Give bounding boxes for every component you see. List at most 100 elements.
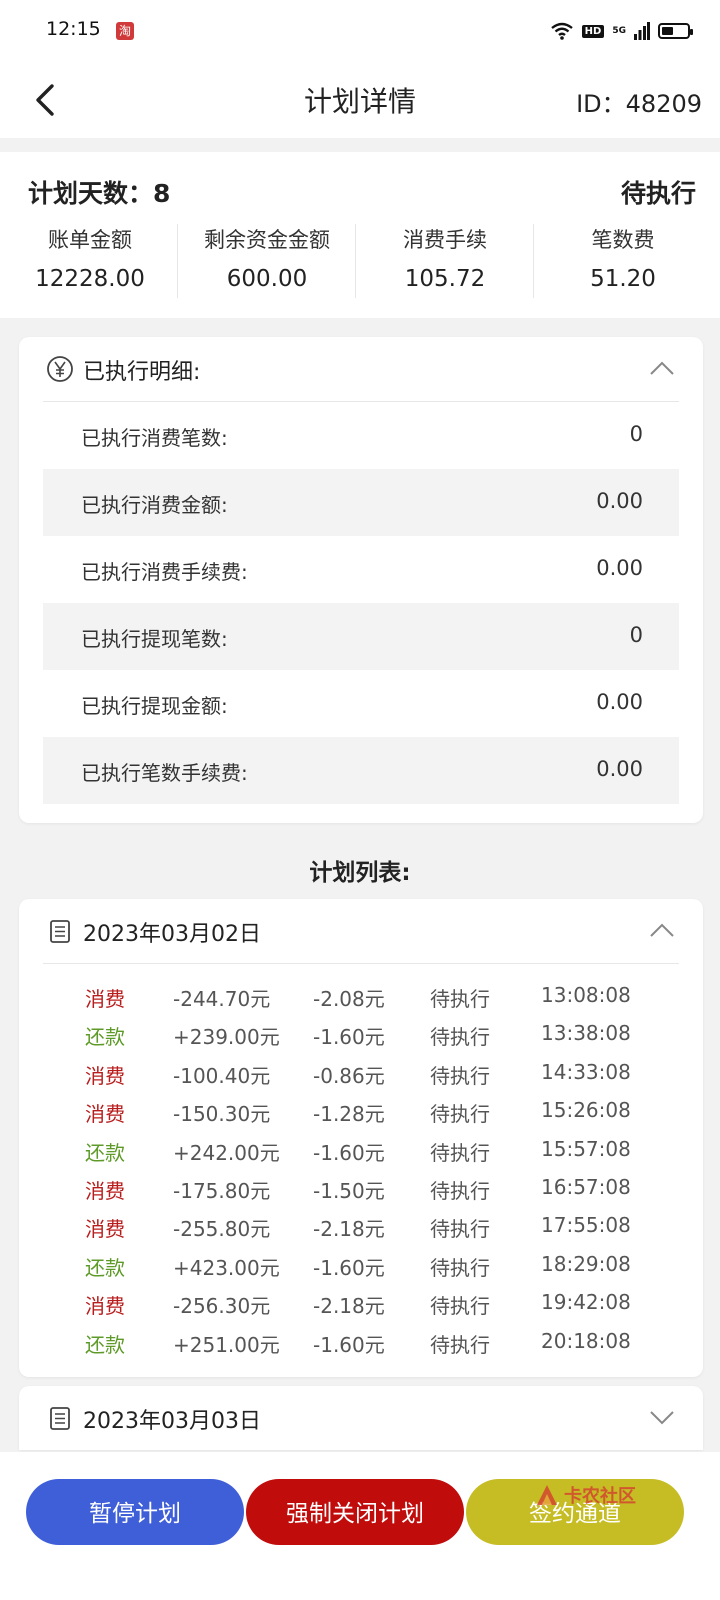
calendar-list-icon (50, 1407, 70, 1430)
transaction-row: 消费 -255.80元 -2.18元 待执行 17:55:08 (19, 1206, 703, 1244)
executed-row: 已执行笔数手续费: 0.00 (43, 737, 679, 804)
transaction-type: 还款 (85, 1025, 125, 1050)
transaction-time: 17:55:08 (541, 1213, 631, 1238)
transaction-status: 待执行 (430, 1140, 490, 1165)
plan-summary: 计划天数：8 待执行 账单金额 12228.00 剩余资金金额 600.00 消… (0, 152, 720, 318)
transaction-amount: +239.00元 (173, 1025, 280, 1050)
transaction-amount: +242.00元 (173, 1140, 280, 1165)
status-bar: 12:15 淘 HD 5G (0, 0, 720, 62)
executed-details-header[interactable]: 已执行明细: (43, 337, 679, 402)
chevron-up-icon[interactable] (649, 359, 675, 377)
executed-row: 已执行消费金额: 0.00 (43, 469, 679, 536)
hd-icon: HD (581, 24, 605, 38)
plan-id: ID：48209 (576, 90, 702, 118)
transaction-fee: -1.28元 (313, 1102, 385, 1127)
transaction-amount: +251.00元 (173, 1332, 280, 1357)
transaction-type: 消费 (85, 1102, 125, 1127)
yen-circle-icon (47, 356, 73, 382)
network-type-label: 5G (612, 26, 626, 36)
transaction-status: 待执行 (430, 1178, 490, 1203)
stat-label: 笔数费 (591, 228, 655, 252)
stat-bill-amount: 账单金额 12228.00 (0, 224, 180, 292)
transaction-row: 消费 -244.70元 -2.08元 待执行 13:08:08 (19, 976, 703, 1014)
transaction-row: 消费 -100.40元 -0.86元 待执行 14:33:08 (19, 1053, 703, 1091)
transaction-fee: -1.60元 (313, 1140, 385, 1165)
transaction-fee: -1.60元 (313, 1255, 385, 1280)
transaction-type: 消费 (85, 1178, 125, 1203)
transaction-row: 还款 +423.00元 -1.60元 待执行 18:29:08 (19, 1245, 703, 1283)
plan-day-date: 2023年03月02日 (83, 922, 261, 947)
transaction-status: 待执行 (430, 1063, 490, 1088)
executed-row-value: 0.00 (596, 690, 643, 714)
stat-per-transaction-fee: 笔数费 51.20 (533, 224, 713, 292)
transaction-status: 待执行 (430, 1294, 490, 1319)
battery-level (662, 27, 673, 35)
force-close-plan-button[interactable]: 强制关闭计划 (246, 1479, 464, 1545)
transaction-row: 还款 +242.00元 -1.60元 待执行 15:57:08 (19, 1130, 703, 1168)
plan-day-header[interactable]: 2023年03月02日 (43, 899, 679, 964)
transaction-time: 13:08:08 (541, 983, 631, 1007)
transaction-type: 还款 (85, 1332, 125, 1357)
transaction-time: 20:18:08 (541, 1328, 631, 1353)
plan-status: 待执行 (620, 179, 696, 208)
transaction-amount: -175.80元 (173, 1178, 271, 1203)
transaction-type: 还款 (85, 1255, 125, 1280)
executed-row: 已执行提现笔数: 0 (43, 603, 679, 670)
transaction-time: 14:33:08 (541, 1059, 631, 1084)
executed-row-label: 已执行消费笔数: (81, 426, 228, 450)
transaction-fee: -1.60元 (313, 1332, 385, 1357)
transaction-type: 还款 (85, 1140, 125, 1165)
chevron-up-icon[interactable] (649, 921, 675, 939)
executed-row-value: 0.00 (596, 757, 643, 781)
stat-value: 51.20 (590, 266, 656, 292)
executed-details-title: 已执行明细: (83, 360, 201, 385)
stat-remaining-funds: 剩余资金金额 600.00 (177, 224, 357, 292)
pause-plan-button[interactable]: 暂停计划 (26, 1479, 244, 1545)
executed-row-label: 已执行消费手续费: (81, 560, 248, 584)
plan-list-title: 计划列表: (309, 860, 411, 886)
transaction-time: 16:57:08 (541, 1174, 631, 1199)
transaction-type: 消费 (85, 1217, 125, 1242)
transaction-amount: -150.30元 (173, 1102, 271, 1127)
transaction-row: 还款 +251.00元 -1.60元 待执行 20:18:08 (19, 1322, 703, 1360)
executed-details-card: 已执行明细: 已执行消费笔数: 0 已执行消费金额: 0.00 已执行消费手续费… (19, 337, 703, 823)
plan-day-header[interactable]: 2023年03月03日 (43, 1386, 679, 1450)
watermark-text: 卡农社区 (564, 1486, 636, 1507)
transaction-fee: -0.86元 (313, 1063, 385, 1088)
stat-value: 105.72 (404, 266, 486, 292)
transaction-fee: -2.18元 (313, 1294, 385, 1319)
stat-label: 账单金额 (48, 228, 132, 252)
transaction-fee: -2.18元 (313, 1217, 385, 1242)
transaction-type: 消费 (85, 987, 125, 1011)
transaction-status: 待执行 (430, 987, 490, 1011)
battery-icon (658, 23, 693, 39)
chevron-down-icon[interactable] (649, 1408, 675, 1426)
plan-day-card: 2023年03月02日 消费 -244.70元 -2.08元 待执行 13:08:08 还… (19, 899, 703, 1377)
transaction-amount: -256.30元 (173, 1294, 271, 1319)
transaction-row: 消费 -175.80元 -1.50元 待执行 16:57:08 (19, 1168, 703, 1206)
transaction-time: 13:38:08 (541, 1021, 631, 1046)
executed-row-value: 0.00 (596, 556, 643, 580)
executed-row-value: 0.00 (596, 489, 643, 513)
transaction-list: 消费 -244.70元 -2.08元 待执行 13:08:08 还款 +239.00元 -1.… (19, 964, 703, 1360)
transaction-type: 消费 (85, 1294, 125, 1319)
transaction-status: 待执行 (430, 1102, 490, 1127)
status-icons: HD 5G (550, 20, 693, 42)
status-time: 12:15 (46, 18, 101, 40)
stat-value: 12228.00 (35, 266, 145, 292)
executed-row-label: 已执行消费金额: (81, 493, 228, 517)
transaction-status: 待执行 (430, 1217, 490, 1242)
transaction-amount: -255.80元 (173, 1217, 271, 1242)
executed-row-label: 已执行提现笔数: (81, 627, 228, 651)
plan-day-card: 2023年03月03日 (19, 1386, 703, 1450)
executed-row: 已执行提现金额: 0.00 (43, 670, 679, 737)
executed-row-value: 0 (629, 422, 643, 446)
plan-day-date: 2023年03月03日 (83, 1409, 261, 1434)
transaction-row: 消费 -150.30元 -1.28元 待执行 15:26:08 (19, 1091, 703, 1129)
signal-icon (634, 22, 650, 40)
transaction-time: 15:26:08 (541, 1098, 631, 1123)
wifi-icon (550, 22, 573, 40)
transaction-type: 消费 (85, 1063, 125, 1088)
executed-row: 已执行消费笔数: 0 (43, 402, 679, 469)
executed-row-label: 已执行笔数手续费: (81, 761, 248, 785)
